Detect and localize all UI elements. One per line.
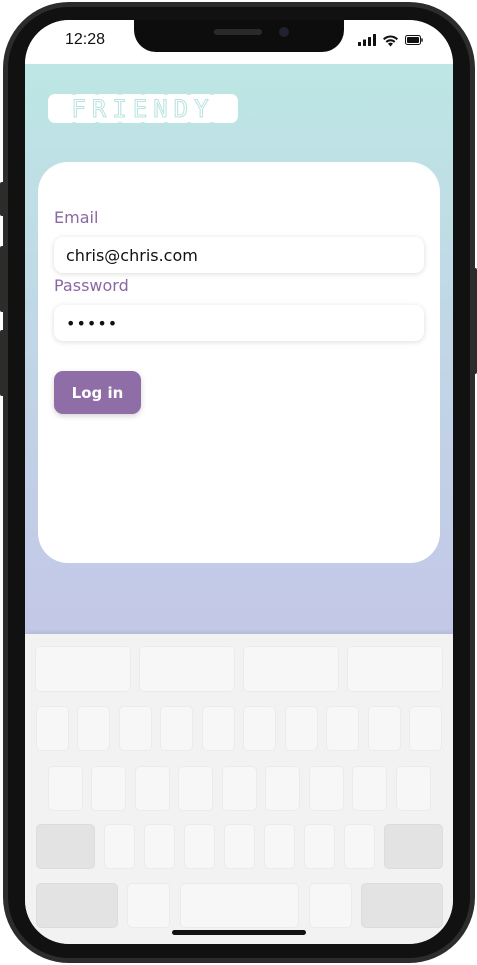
keyboard-key[interactable] (243, 706, 276, 751)
email-label: Email (54, 208, 99, 227)
space-key[interactable] (180, 883, 299, 928)
keyboard-key[interactable] (309, 766, 344, 811)
silent-switch (0, 182, 5, 216)
keyboard-key[interactable] (104, 824, 135, 869)
shift-key[interactable] (36, 824, 95, 869)
status-time: 12:28 (65, 31, 106, 48)
front-camera (279, 27, 289, 37)
at-key[interactable] (309, 883, 352, 928)
keyboard-key[interactable] (224, 824, 255, 869)
keyboard-key[interactable] (264, 824, 295, 869)
keyboard-key[interactable] (202, 706, 235, 751)
keyboard-key[interactable] (352, 766, 387, 811)
keyboard-key[interactable] (77, 706, 110, 751)
screen: 12:28 FRIENDY Email chris@chris.com Pass… (25, 20, 453, 944)
speaker (214, 29, 262, 35)
keyboard-key[interactable] (285, 706, 318, 751)
home-indicator[interactable] (172, 930, 306, 935)
suggestion-key[interactable] (139, 646, 235, 692)
wifi-icon (383, 34, 398, 46)
keyboard-key[interactable] (396, 766, 431, 811)
keyboard-key[interactable] (160, 706, 193, 751)
volume-up-button (0, 246, 5, 312)
password-input[interactable] (54, 305, 424, 341)
signal-icon (358, 34, 376, 46)
numbers-key[interactable] (36, 883, 118, 928)
keyboard-key[interactable] (409, 706, 442, 751)
backspace-key[interactable] (384, 824, 443, 869)
password-label: Password (54, 276, 129, 295)
keyboard-key[interactable] (119, 706, 152, 751)
keyboard-key[interactable] (178, 766, 213, 811)
keyboard-key[interactable] (184, 824, 215, 869)
login-button[interactable]: Log in (54, 371, 141, 414)
power-button (472, 268, 477, 374)
keyboard-key[interactable] (368, 706, 401, 751)
friendy-logo: FRIENDY (48, 94, 238, 124)
logo-text: FRIENDY (71, 95, 214, 123)
keyboard-key[interactable] (344, 824, 375, 869)
notch (134, 20, 344, 52)
status-bar: 12:28 (25, 20, 453, 64)
battery-icon (405, 35, 423, 45)
suggestion-key[interactable] (347, 646, 443, 692)
keyboard-key[interactable] (222, 766, 257, 811)
keyboard (25, 634, 453, 944)
volume-down-button (0, 330, 5, 396)
keyboard-key[interactable] (135, 766, 170, 811)
email-input[interactable] (54, 237, 424, 273)
emoji-key[interactable] (127, 883, 170, 928)
keyboard-key[interactable] (326, 706, 359, 751)
return-key[interactable] (361, 883, 443, 928)
keyboard-key[interactable] (36, 706, 69, 751)
login-card: Email Password Log in (38, 162, 440, 563)
status-icons (358, 33, 423, 47)
suggestion-key[interactable] (243, 646, 339, 692)
keyboard-key[interactable] (304, 824, 335, 869)
keyboard-key[interactable] (144, 824, 175, 869)
keyboard-key[interactable] (48, 766, 83, 811)
suggestion-key[interactable] (35, 646, 131, 692)
keyboard-key[interactable] (265, 766, 300, 811)
keyboard-key[interactable] (91, 766, 126, 811)
